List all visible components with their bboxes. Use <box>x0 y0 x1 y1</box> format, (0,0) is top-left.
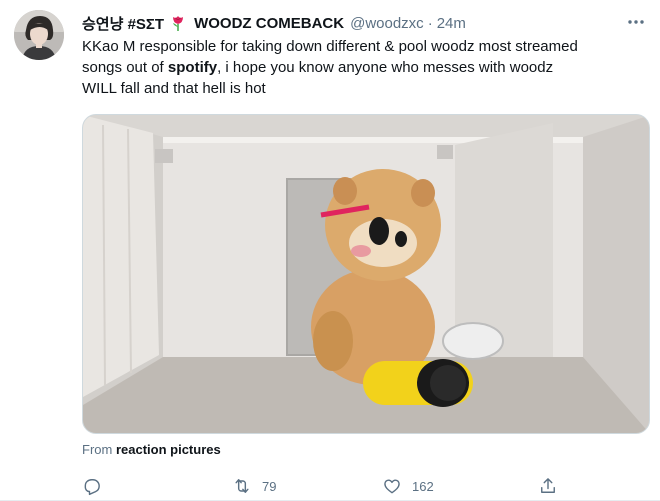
video-thumbnail-icon <box>83 115 649 433</box>
rose-icon <box>170 14 186 32</box>
display-name-suffix[interactable]: WOODZ COMEBACK <box>194 15 344 32</box>
retweet-count: 79 <box>262 478 277 494</box>
mention-spotify[interactable]: spotify <box>168 59 217 76</box>
display-name[interactable]: 승연냥 #SΣT <box>82 13 164 34</box>
more-options-button[interactable] <box>624 10 648 34</box>
tweet-actions: 79 162 <box>82 472 562 500</box>
tweet-line-1: KKao M responsible for taking down diffe… <box>82 38 578 55</box>
more-icon <box>628 20 644 24</box>
tweet-line-3: WILL fall and that hell is hot <box>82 80 266 97</box>
retweet-button[interactable]: 79 <box>232 472 276 500</box>
source-link[interactable]: reaction pictures <box>116 442 221 457</box>
heart-icon <box>384 479 400 494</box>
like-count: 162 <box>412 478 434 494</box>
tweet-text: KKao M responsible for taking down diffe… <box>82 36 642 99</box>
avatar-photo-icon <box>14 10 64 60</box>
share-icon <box>541 478 555 493</box>
tweet-header: 승연냥 #SΣT WOODZ COMEBACK @woodzxc · 24m <box>82 12 466 34</box>
avatar[interactable] <box>14 10 64 60</box>
timestamp[interactable]: 24m <box>437 15 466 32</box>
separator-dot: · <box>427 14 433 32</box>
like-button[interactable]: 162 <box>382 472 434 500</box>
retweet-icon <box>235 479 249 493</box>
media-video[interactable] <box>82 114 650 434</box>
user-handle[interactable]: @woodzxc <box>350 15 424 32</box>
reply-button[interactable] <box>82 472 112 500</box>
tweet[interactable]: 승연냥 #SΣT WOODZ COMEBACK @woodzxc · 24m K… <box>0 0 660 501</box>
media-source: From reaction pictures <box>82 442 221 457</box>
share-button[interactable] <box>538 472 568 500</box>
reply-icon <box>84 479 100 496</box>
tweet-line-2: songs out of spotify, i hope you know an… <box>82 59 554 76</box>
source-prefix: From <box>82 442 116 457</box>
